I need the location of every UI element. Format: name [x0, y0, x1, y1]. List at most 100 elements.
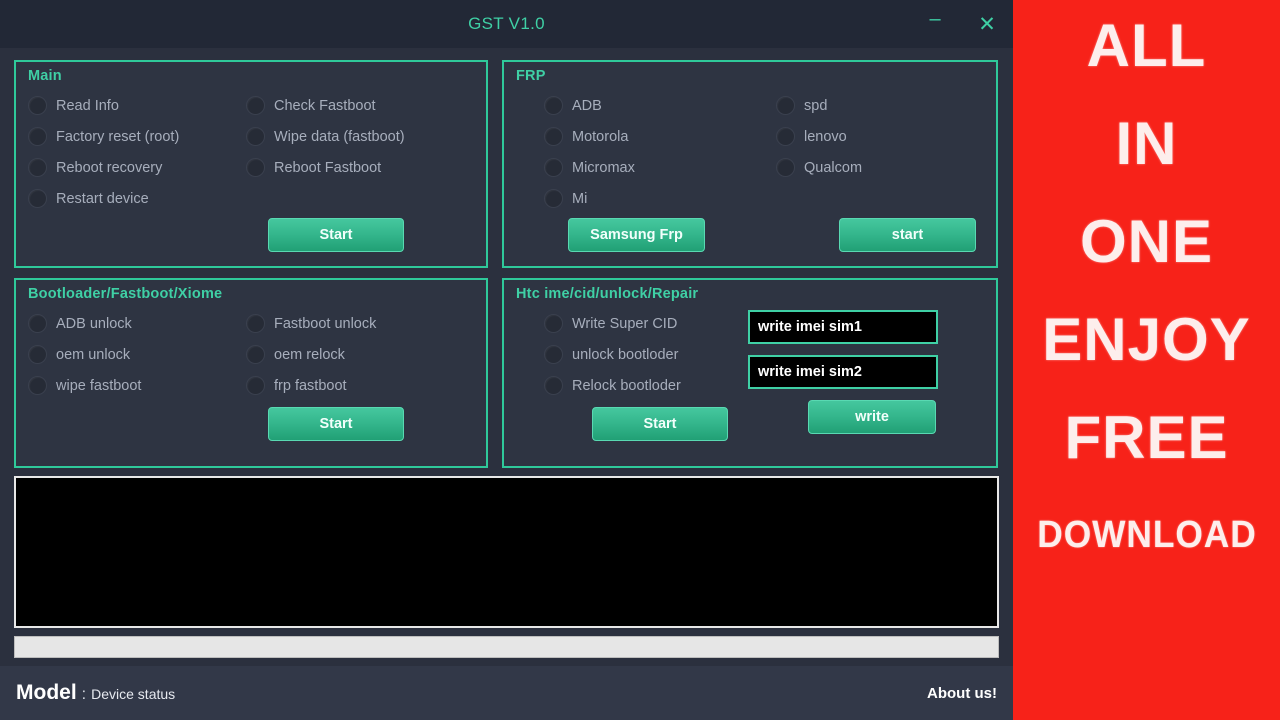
spacer [776, 183, 984, 214]
radio-mi[interactable]: Mi [544, 183, 776, 214]
radio-icon [544, 314, 563, 333]
radio-icon [776, 158, 795, 177]
radio-icon [544, 345, 563, 364]
banner-line-free: FREE [1064, 408, 1228, 468]
panel-frp-title: FRP [516, 68, 984, 84]
radio-read-info[interactable]: Read Info [28, 90, 246, 121]
panel-frp-options: ADB spd Motorola lenovo [516, 90, 984, 214]
radio-icon [544, 96, 563, 115]
frp-start-button[interactable]: start [839, 218, 976, 252]
imei-sim2-input[interactable]: write imei sim2 [748, 355, 938, 389]
panel-htc-imei: write imei sim1 write imei sim2 write [748, 308, 984, 441]
radio-reboot-fastboot[interactable]: Reboot Fastboot [246, 152, 474, 183]
panel-bootloader: Bootloader/Fastboot/Xiome ADB unlock Fas… [14, 278, 488, 468]
radio-qualcom[interactable]: Qualcom [776, 152, 984, 183]
radio-icon [544, 189, 563, 208]
spacer [246, 183, 474, 214]
option-label: oem unlock [56, 347, 130, 363]
window-controls: – ✕ [917, 0, 1005, 48]
panel-bootloader-options: ADB unlock Fastboot unlock oem unlock oe… [28, 308, 474, 401]
progress-bar [14, 636, 999, 658]
option-label: Fastboot unlock [274, 316, 376, 332]
panel-main-options: Read Info Check Fastboot Factory reset (… [28, 90, 474, 214]
model-separator: : [82, 686, 86, 704]
gst-application-window: GST V1.0 – ✕ Main Read Info Check Fastb [0, 0, 1013, 720]
radio-icon [246, 158, 265, 177]
promo-banner: ALL IN ONE ENJOY FREE DOWNLOAD [1013, 0, 1280, 720]
panel-htc-body: Write Super CID unlock bootloder Relock … [516, 308, 984, 441]
status-bar: Model : Device status About us! [0, 666, 1013, 720]
log-output-area[interactable] [14, 476, 999, 628]
radio-icon [246, 96, 265, 115]
samsung-frp-button[interactable]: Samsung Frp [568, 218, 705, 252]
panels-container: Main Read Info Check Fastboot Factory re… [0, 48, 1013, 468]
radio-icon [544, 376, 563, 395]
banner-line-in: IN [1116, 114, 1178, 174]
radio-oem-relock[interactable]: oem relock [246, 339, 474, 370]
option-label: Micromax [572, 160, 635, 176]
htc-start-button[interactable]: Start [592, 407, 728, 441]
imei-sim1-input[interactable]: write imei sim1 [748, 310, 938, 344]
option-label: unlock bootloder [572, 347, 678, 363]
radio-spd[interactable]: spd [776, 90, 984, 121]
about-us-link[interactable]: About us! [927, 685, 997, 702]
radio-unlock-bootloder[interactable]: unlock bootloder [544, 339, 748, 370]
radio-icon [776, 96, 795, 115]
panel-htc-title: Htc ime/cid/unlock/Repair [516, 286, 984, 302]
htc-write-button[interactable]: write [808, 400, 936, 434]
radio-adb[interactable]: ADB [544, 90, 776, 121]
radio-write-super-cid[interactable]: Write Super CID [544, 308, 748, 339]
title-bar: GST V1.0 – ✕ [0, 0, 1013, 48]
radio-wipe-data-fastboot[interactable]: Wipe data (fastboot) [246, 121, 474, 152]
radio-reboot-recovery[interactable]: Reboot recovery [28, 152, 246, 183]
banner-download-label: DOWNLOAD [1037, 516, 1256, 554]
radio-icon [246, 314, 265, 333]
model-label: Model [16, 681, 77, 705]
option-label: ADB unlock [56, 316, 132, 332]
radio-factory-reset-root[interactable]: Factory reset (root) [28, 121, 246, 152]
option-label: spd [804, 98, 827, 114]
option-label: Mi [572, 191, 587, 207]
radio-check-fastboot[interactable]: Check Fastboot [246, 90, 474, 121]
radio-lenovo[interactable]: lenovo [776, 121, 984, 152]
radio-icon [246, 127, 265, 146]
panel-frp-actions: Samsung Frp start [516, 218, 984, 252]
radio-icon [246, 376, 265, 395]
panel-htc: Htc ime/cid/unlock/Repair Write Super CI… [502, 278, 998, 468]
panel-main-title: Main [28, 68, 474, 84]
option-label: lenovo [804, 129, 847, 145]
radio-icon [28, 127, 47, 146]
screen: GST V1.0 – ✕ Main Read Info Check Fastb [0, 0, 1280, 720]
close-icon[interactable]: ✕ [969, 6, 1005, 42]
window-title: GST V1.0 [468, 14, 545, 34]
radio-relock-bootloder[interactable]: Relock bootloder [544, 370, 748, 401]
radio-icon [776, 127, 795, 146]
option-label: Reboot Fastboot [274, 160, 381, 176]
radio-micromax[interactable]: Micromax [544, 152, 776, 183]
radio-adb-unlock[interactable]: ADB unlock [28, 308, 246, 339]
radio-motorola[interactable]: Motorola [544, 121, 776, 152]
option-label: wipe fastboot [56, 378, 141, 394]
radio-wipe-fastboot[interactable]: wipe fastboot [28, 370, 246, 401]
panel-main-actions: Start [28, 218, 474, 252]
panel-htc-options: Write Super CID unlock bootloder Relock … [516, 308, 748, 441]
option-label: Check Fastboot [274, 98, 376, 114]
option-label: Restart device [56, 191, 149, 207]
main-start-button[interactable]: Start [268, 218, 404, 252]
panel-main: Main Read Info Check Fastboot Factory re… [14, 60, 488, 268]
panel-bootloader-title: Bootloader/Fastboot/Xiome [28, 286, 474, 302]
radio-frp-fastboot[interactable]: frp fastboot [246, 370, 474, 401]
radio-icon [28, 96, 47, 115]
option-label: Motorola [572, 129, 628, 145]
radio-restart-device[interactable]: Restart device [28, 183, 246, 214]
option-label: Qualcom [804, 160, 862, 176]
radio-icon [544, 158, 563, 177]
option-label: Reboot recovery [56, 160, 162, 176]
model-status: Model : Device status [16, 681, 175, 705]
radio-icon [28, 314, 47, 333]
banner-line-one: ONE [1080, 212, 1213, 272]
radio-fastboot-unlock[interactable]: Fastboot unlock [246, 308, 474, 339]
radio-oem-unlock[interactable]: oem unlock [28, 339, 246, 370]
minimize-icon[interactable]: – [917, 6, 953, 42]
bootloader-start-button[interactable]: Start [268, 407, 404, 441]
